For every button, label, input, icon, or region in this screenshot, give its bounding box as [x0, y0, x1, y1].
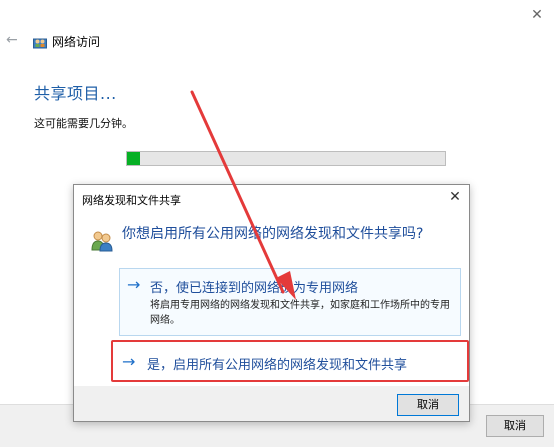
option-private-network[interactable]: → 否，使已连接到的网络成为专用网络 将启用专用网络的网络发现和文件共享，如家庭… [119, 268, 461, 336]
status-text: 这可能需要几分钟。 [34, 117, 133, 130]
window-title: 网络访问 [52, 35, 101, 49]
arrow-right-icon: → [122, 352, 136, 371]
option-description: 将启用专用网络的网络发现和文件共享，如家庭和工作场所中的专用网络。 [150, 300, 450, 326]
window-cancel-button[interactable]: 取消 [486, 415, 544, 437]
option-title: 否，使已连接到的网络成为专用网络 [150, 281, 359, 296]
progress-bar [126, 151, 446, 166]
network-discovery-dialog: 网络发现和文件共享 ✕ 你想启用所有公用网络的网络发现和文件共享吗? → 否，使… [73, 184, 470, 422]
progress-fill [127, 152, 140, 165]
arrow-right-icon: → [127, 275, 141, 294]
dialog-cancel-button[interactable]: 取消 [397, 394, 459, 416]
network-users-icon [33, 34, 47, 49]
window-close-icon[interactable]: ✕ [528, 6, 546, 24]
option-title: 是，启用所有公用网络的网络发现和文件共享 [147, 358, 408, 373]
close-icon[interactable]: ✕ [447, 189, 463, 205]
option-enable-all-public[interactable]: → 是，启用所有公用网络的网络发现和文件共享 [111, 340, 469, 382]
dialog-title: 网络发现和文件共享 [82, 194, 181, 207]
network-users-icon [90, 228, 114, 252]
back-arrow-icon[interactable]: ← [6, 32, 22, 48]
dialog-question: 你想启用所有公用网络的网络发现和文件共享吗? [122, 226, 424, 242]
page-heading: 共享项目... [34, 84, 117, 103]
